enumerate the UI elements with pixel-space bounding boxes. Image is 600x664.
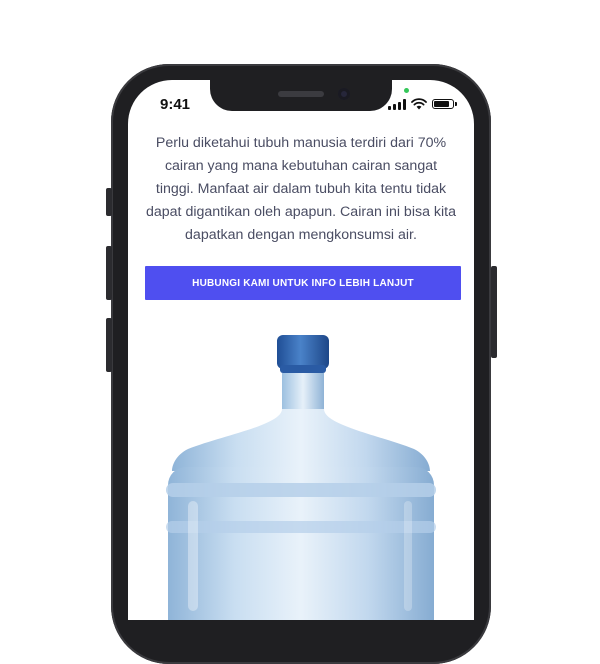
notch xyxy=(210,80,392,111)
speaker-grille xyxy=(278,91,324,97)
contact-us-button[interactable]: HUBUNGI KAMI UNTUK INFO LEBIH LANJUT xyxy=(145,266,461,300)
phone-screen: 9:41 Perlu diketahui tubuh manusia terdi… xyxy=(128,80,474,620)
volume-down-button xyxy=(106,318,112,372)
wifi-icon xyxy=(411,98,427,110)
cellular-signal-icon xyxy=(388,98,406,110)
volume-up-button xyxy=(106,246,112,300)
battery-icon xyxy=(432,99,457,109)
power-button xyxy=(491,266,497,358)
battery-fill xyxy=(434,101,450,107)
camera-indicator-dot xyxy=(404,88,409,93)
silent-switch xyxy=(106,188,112,216)
water-gallon-image xyxy=(166,335,436,620)
status-icons xyxy=(388,98,457,110)
description-text: Perlu diketahui tubuh manusia terdiri da… xyxy=(146,135,456,243)
front-camera-icon xyxy=(338,88,350,100)
status-time: 9:41 xyxy=(160,96,191,113)
